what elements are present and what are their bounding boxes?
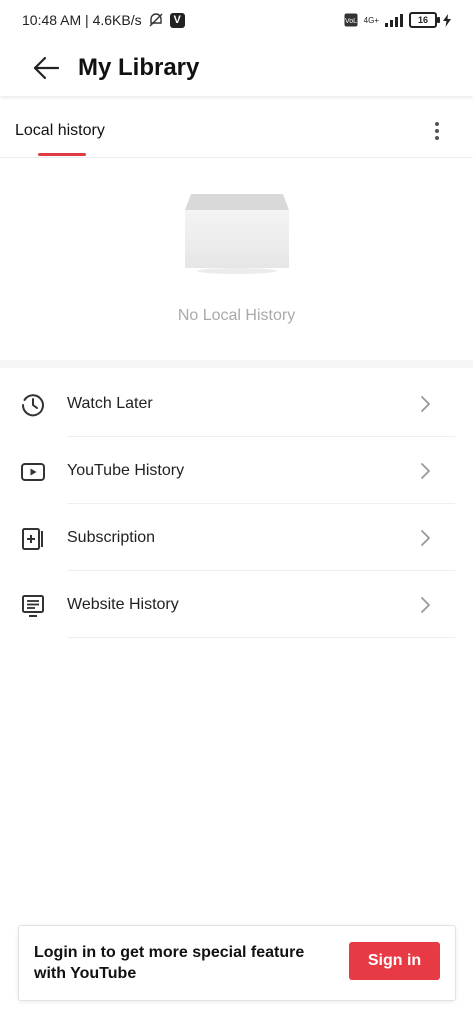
- empty-state: No Local History: [0, 160, 473, 360]
- monitor-icon: [20, 593, 46, 619]
- login-message: Login in to get more special feature wit…: [34, 944, 305, 982]
- status-left: 10:48 AM | 4.6KB/s V: [22, 12, 185, 28]
- more-options-button[interactable]: [427, 119, 447, 143]
- menu-item-subscription[interactable]: Subscription: [0, 504, 473, 571]
- play-icon: [20, 459, 46, 485]
- network-type: 4G+: [363, 15, 379, 25]
- more-vertical-icon: [435, 122, 439, 140]
- menu-item-watch-later[interactable]: Watch Later: [0, 370, 473, 437]
- menu-item-label: YouTube History: [67, 462, 185, 479]
- alarm-off-icon: [149, 13, 163, 27]
- library-menu: Watch Later YouTube History Subscription…: [0, 370, 473, 638]
- tabs-row: Local history: [0, 105, 473, 158]
- menu-item-youtube-history[interactable]: YouTube History: [0, 437, 473, 504]
- login-banner: Login in to get more special feature wit…: [18, 925, 456, 1001]
- page-title: My Library: [78, 54, 200, 81]
- app-header: My Library: [0, 40, 473, 96]
- menu-divider: [67, 637, 455, 638]
- volte-icon: VoL: [344, 13, 358, 27]
- status-time-speed: 10:48 AM | 4.6KB/s: [22, 12, 142, 28]
- sign-in-button[interactable]: Sign in: [349, 942, 440, 980]
- charging-icon: [443, 13, 451, 27]
- chevron-right-icon: [421, 597, 430, 613]
- back-arrow-icon: [33, 56, 60, 80]
- back-button[interactable]: [30, 52, 62, 84]
- tab-local-history[interactable]: Local history: [15, 122, 105, 140]
- menu-item-label: Subscription: [67, 529, 156, 546]
- clock-icon: [20, 392, 46, 418]
- svg-text:VoL: VoL: [345, 18, 357, 25]
- tab-indicator: [38, 153, 86, 156]
- empty-box-icon: [185, 194, 289, 274]
- menu-item-website-history[interactable]: Website History: [0, 571, 473, 638]
- vpn-icon: V: [169, 12, 185, 28]
- status-right: VoL 4G+ 16: [344, 12, 451, 28]
- menu-item-label: Website History: [67, 596, 179, 613]
- chevron-right-icon: [421, 530, 430, 546]
- menu-item-label: Watch Later: [67, 395, 153, 412]
- signal-icon: [385, 13, 403, 27]
- battery-icon: 16: [409, 12, 440, 28]
- status-bar: 10:48 AM | 4.6KB/s V VoL 4G+ 16: [0, 0, 473, 40]
- subscription-icon: [20, 526, 46, 552]
- empty-message: No Local History: [177, 307, 296, 324]
- battery-level: 16: [417, 15, 428, 25]
- chevron-right-icon: [421, 396, 430, 412]
- chevron-right-icon: [421, 463, 430, 479]
- section-divider: [0, 360, 473, 368]
